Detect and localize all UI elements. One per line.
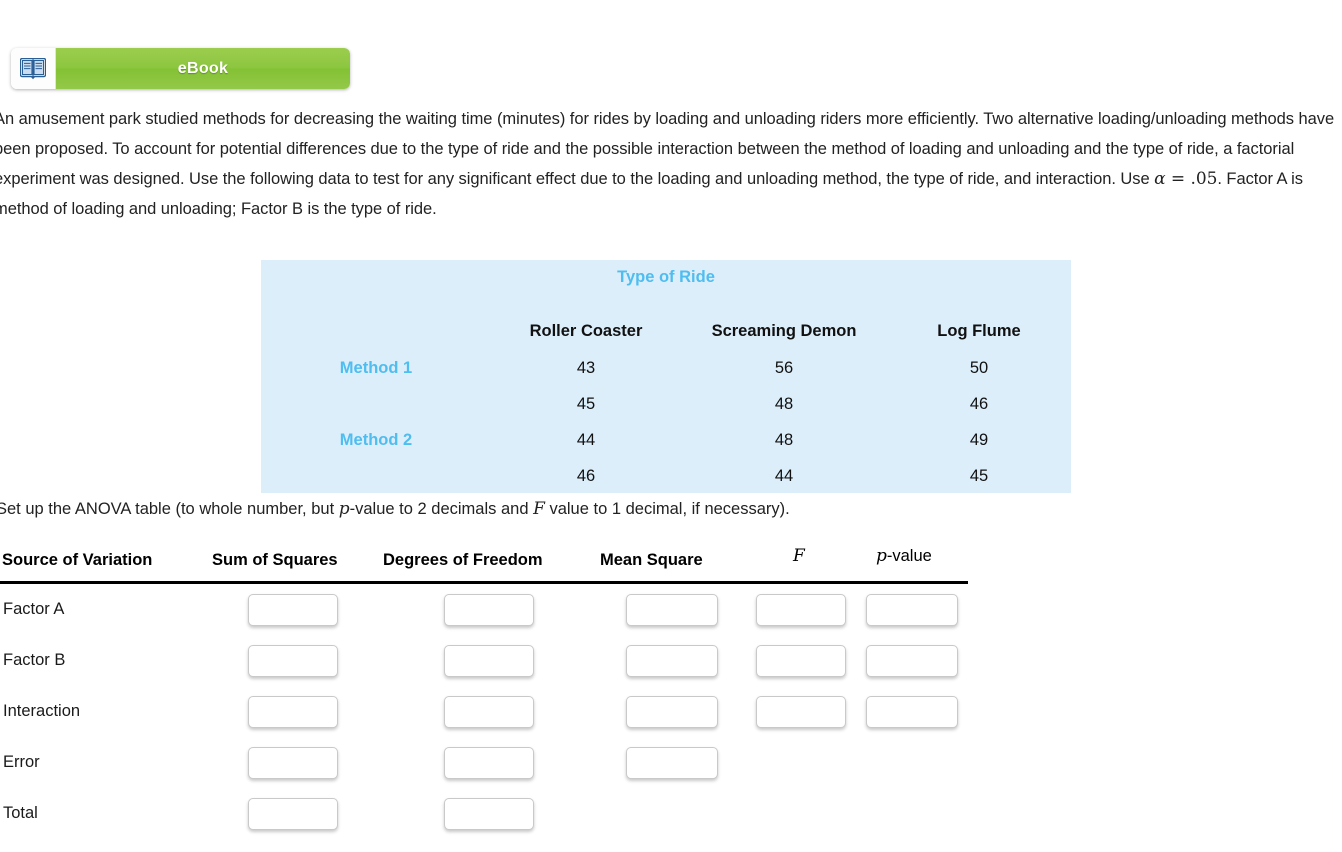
column-header-log-flume: Log Flume — [937, 321, 1021, 340]
cell-m2-roller-coaster: 44 — [576, 430, 596, 449]
input-factor-b-f[interactable] — [756, 645, 846, 677]
ebook-button[interactable]: eBook — [11, 48, 350, 89]
cell-m2-log-flume: 49 — [969, 430, 989, 449]
equals-symbol: = — [1165, 169, 1191, 189]
anova-row-factor-a: Factor A — [0, 584, 970, 635]
data-table-corner-cell — [261, 312, 491, 350]
problem-statement-part1: An amusement park studied methods for de… — [0, 110, 1335, 188]
row-label-method-1: Method 1 — [339, 358, 413, 377]
cell-m1b-roller-coaster: 45 — [576, 394, 596, 413]
input-interaction-f[interactable] — [756, 696, 846, 728]
row-label-error: Error — [3, 753, 40, 771]
anova-instruction-part3: value to 1 decimal, if necessary). — [544, 500, 790, 518]
cell-m1-screaming-demon: 56 — [774, 358, 794, 377]
anova-table: Source of Variation Sum of Squares Degre… — [0, 546, 970, 839]
cell-m1b-screaming-demon: 48 — [774, 394, 794, 413]
anova-instruction-part1: Set up the ANOVA table (to whole number,… — [0, 500, 339, 518]
anova-instruction-part2: -value to 2 decimals and — [349, 500, 534, 518]
alpha-value: .05 — [1190, 169, 1218, 189]
cell-m2b-screaming-demon: 44 — [774, 466, 794, 485]
row-label-factor-a: Factor A — [3, 600, 65, 618]
input-factor-a-df[interactable] — [444, 594, 534, 626]
f-symbol: F — [533, 499, 545, 519]
anova-header-mean-square: Mean Square — [600, 551, 703, 569]
table-row: Method 1 43 56 50 — [261, 350, 1071, 386]
anova-header-sum-of-squares: Sum of Squares — [212, 551, 338, 569]
row-label-interaction: Interaction — [3, 702, 81, 720]
ride-data-table: Type of Ride Roller Coaster Screaming De… — [261, 260, 1071, 493]
anova-header-f: F — [793, 546, 805, 566]
input-interaction-p[interactable] — [866, 696, 958, 728]
anova-row-interaction: Interaction — [0, 686, 970, 737]
anova-row-error: Error — [0, 737, 970, 788]
input-total-ss[interactable] — [248, 798, 338, 830]
problem-statement: An amusement park studied methods for de… — [0, 104, 1342, 224]
column-header-screaming-demon: Screaming Demon — [711, 321, 857, 340]
input-error-ss[interactable] — [248, 747, 338, 779]
table-row: Method 2 44 48 49 — [261, 422, 1071, 458]
input-interaction-ss[interactable] — [248, 696, 338, 728]
input-interaction-df[interactable] — [444, 696, 534, 728]
ebook-icon-cell[interactable] — [11, 48, 56, 89]
input-error-ms[interactable] — [626, 747, 718, 779]
input-factor-a-f[interactable] — [756, 594, 846, 626]
input-factor-b-p[interactable] — [866, 645, 958, 677]
input-interaction-ms[interactable] — [626, 696, 718, 728]
input-factor-a-p[interactable] — [866, 594, 958, 626]
ebook-label-cell[interactable]: eBook — [56, 48, 350, 89]
cell-m1-roller-coaster: 43 — [576, 358, 596, 377]
anova-header-degrees-of-freedom: Degrees of Freedom — [383, 551, 543, 569]
cell-m1b-log-flume: 46 — [969, 394, 989, 413]
input-factor-a-ms[interactable] — [626, 594, 718, 626]
cell-m2b-log-flume: 45 — [969, 466, 989, 485]
cell-m2b-roller-coaster: 46 — [576, 466, 596, 485]
input-factor-b-ms[interactable] — [626, 645, 718, 677]
data-table-header-row: Roller Coaster Screaming Demon Log Flume — [261, 312, 1071, 350]
row-label-total: Total — [3, 804, 38, 822]
input-factor-a-ss[interactable] — [248, 594, 338, 626]
open-book-icon — [20, 57, 46, 80]
cell-m2-screaming-demon: 48 — [774, 430, 794, 449]
input-error-df[interactable] — [444, 747, 534, 779]
data-table-title: Type of Ride — [617, 268, 715, 286]
anova-row-factor-b: Factor B — [0, 635, 970, 686]
input-factor-b-df[interactable] — [444, 645, 534, 677]
alpha-symbol: α — [1154, 169, 1166, 189]
anova-row-total: Total — [0, 788, 970, 839]
anova-header-p-value: p-value — [876, 546, 932, 566]
p-symbol: p — [338, 499, 350, 519]
anova-instruction: Set up the ANOVA table (to whole number,… — [0, 499, 790, 519]
data-table-grid: Roller Coaster Screaming Demon Log Flume… — [261, 312, 1071, 494]
table-row: 46 44 45 — [261, 458, 1071, 494]
column-header-roller-coaster: Roller Coaster — [529, 321, 643, 340]
anova-header-row: Source of Variation Sum of Squares Degre… — [0, 546, 968, 584]
row-label-method-2: Method 2 — [339, 430, 413, 449]
cell-m1-log-flume: 50 — [969, 358, 989, 377]
anova-header-source: Source of Variation — [2, 551, 153, 569]
input-factor-b-ss[interactable] — [248, 645, 338, 677]
row-label-factor-b: Factor B — [3, 651, 66, 669]
input-total-df[interactable] — [444, 798, 534, 830]
table-row: 45 48 46 — [261, 386, 1071, 422]
ebook-label: eBook — [177, 59, 229, 77]
